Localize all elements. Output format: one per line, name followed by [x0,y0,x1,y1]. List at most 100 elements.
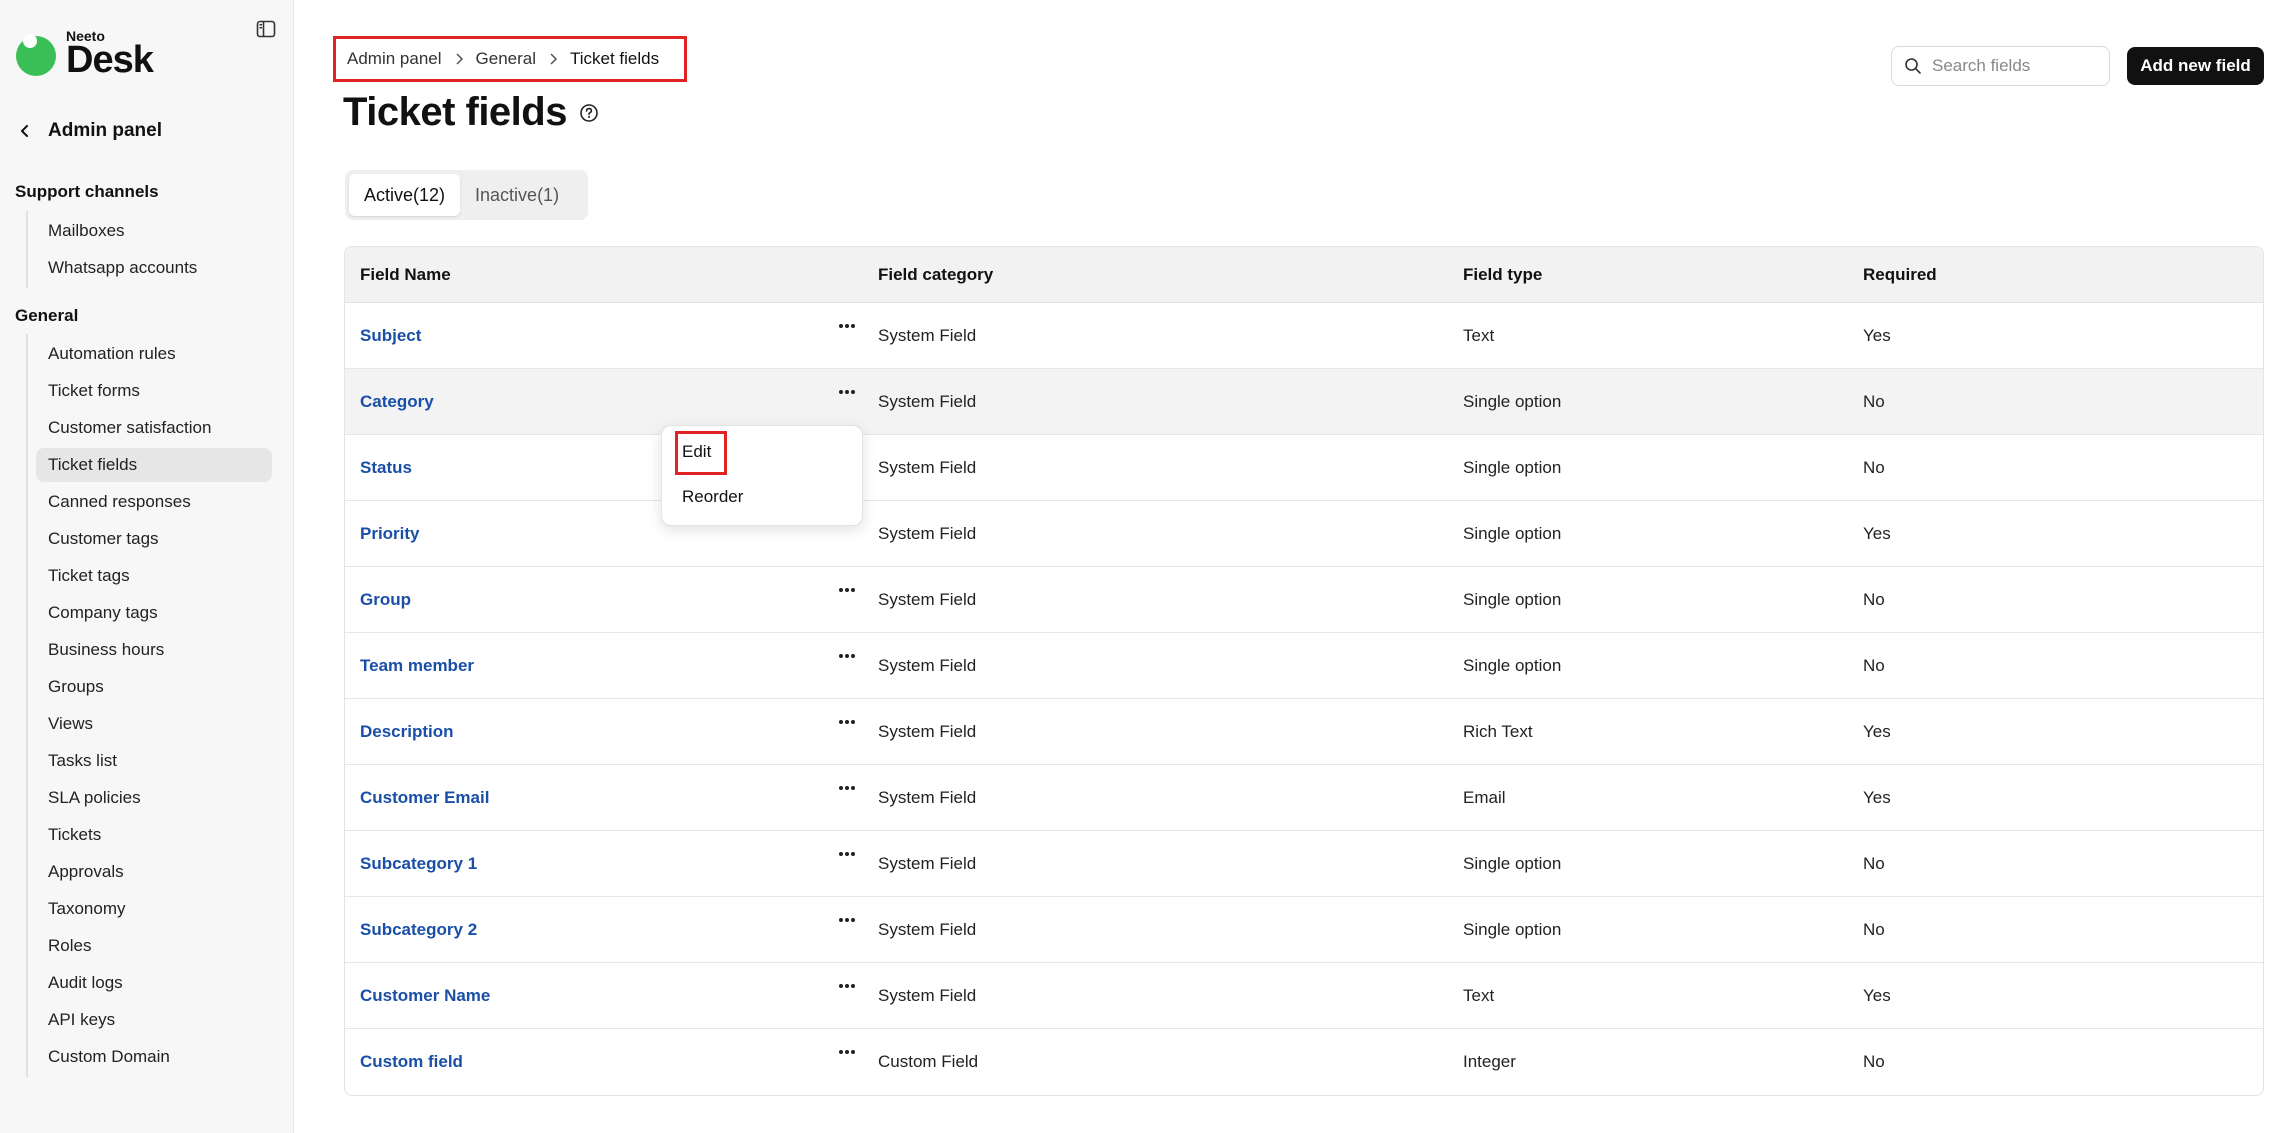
cell-field-category: System Field [878,919,977,939]
table-row[interactable]: Status System Field Single option No [345,435,2263,501]
status-tabs: Active(12) Inactive(1) [345,170,588,220]
cell-field-category: System Field [878,721,977,741]
cell-field-name: Priority [345,521,878,544]
table-row[interactable]: Subcategory 2 System Field Single option No [345,897,2263,963]
search-input[interactable] [1932,56,2102,76]
more-horizontal-icon[interactable] [835,778,859,798]
field-name-link[interactable]: Group [360,590,411,609]
search-box[interactable] [1891,46,2110,86]
section-title-general: General [15,306,79,325]
sidebar-item-ticket-tags[interactable]: Ticket tags [36,559,272,593]
field-name-link[interactable]: Team member [360,656,474,675]
field-name-link[interactable]: Description [360,722,454,741]
ticket-fields-table: Field Name Field category Field type Req… [344,246,2264,1096]
field-name-link[interactable]: Subcategory 1 [360,854,477,873]
nav-group-general: Automation rules Ticket forms Customer s… [26,334,272,1077]
sidebar-item-canned-responses[interactable]: Canned responses [36,485,272,519]
field-name-link[interactable]: Subject [360,326,421,345]
table-header: Field Name Field category Field type Req… [345,247,2263,303]
sidebar-item-roles[interactable]: Roles [36,929,272,963]
help-circle-icon[interactable] [579,103,599,123]
add-new-field-button[interactable]: Add new field [2127,47,2264,85]
field-name-link[interactable]: Subcategory 2 [360,920,477,939]
chevron-right-icon [455,53,463,65]
field-name-link[interactable]: Status [360,458,412,477]
sidebar-item-custom-domain[interactable]: Custom Domain [36,1040,272,1074]
field-name-link[interactable]: Custom field [360,1052,463,1071]
cell-field-category: System Field [878,457,977,477]
cell-field-name: Team member [345,653,878,676]
more-horizontal-icon[interactable] [835,646,859,666]
sidebar-item-ticket-forms[interactable]: Ticket forms [36,374,272,408]
sidebar-item-audit-logs[interactable]: Audit logs [36,966,272,1000]
table-row[interactable]: Subcategory 1 System Field Single option No [345,831,2263,897]
sidebar: Neeto Desk Admin panel Support channels … [0,0,294,1133]
cell-field-type: Text [1463,985,1495,1005]
cell-field-name: Custom field [345,1050,878,1072]
cell-required: Yes [1863,787,1891,807]
field-name-link[interactable]: Priority [360,524,420,543]
cell-field-type: Single option [1463,523,1562,543]
tab-active[interactable]: Active(12) [349,174,461,216]
cell-field-category: System Field [878,523,977,543]
neeto-desk-logo[interactable]: Neeto Desk [16,26,166,80]
field-name-link[interactable]: Category [360,392,434,411]
more-horizontal-icon[interactable] [835,316,859,336]
table-row[interactable]: Description System Field Rich Text Yes [345,699,2263,765]
column-header-field-category: Field category [878,264,994,284]
back-to-admin-panel[interactable]: Admin panel [16,116,162,146]
table-row[interactable]: Category System Field Single option No [345,369,2263,435]
sidebar-item-company-tags[interactable]: Company tags [36,596,272,630]
sidebar-item-whatsapp-accounts[interactable]: Whatsapp accounts [36,251,272,285]
sidebar-item-api-keys[interactable]: API keys [36,1003,272,1037]
table-row[interactable]: Subject System Field Text Yes [345,303,2263,369]
sidebar-item-tickets[interactable]: Tickets [36,818,272,852]
menu-item-edit[interactable]: Edit [682,442,711,462]
more-horizontal-icon[interactable] [835,712,859,732]
sidebar-item-ticket-fields[interactable]: Ticket fields [36,448,272,482]
sidebar-item-business-hours[interactable]: Business hours [36,633,272,667]
table-row[interactable]: Customer Name System Field Text Yes [345,963,2263,1029]
sidebar-collapse-icon[interactable] [255,18,277,40]
cell-required: Yes [1863,523,1891,543]
field-name-link[interactable]: Customer Email [360,788,489,807]
sidebar-item-views[interactable]: Views [36,707,272,741]
cell-field-category: System Field [878,325,977,345]
sidebar-item-taxonomy[interactable]: Taxonomy [36,892,272,926]
table-row[interactable]: Customer Email System Field Email Yes [345,765,2263,831]
cell-required: No [1863,391,1885,411]
more-horizontal-icon[interactable] [835,580,859,600]
sidebar-item-approvals[interactable]: Approvals [36,855,272,889]
sidebar-item-mailboxes[interactable]: Mailboxes [36,214,272,248]
more-horizontal-icon[interactable] [835,382,859,402]
more-horizontal-icon[interactable] [835,844,859,864]
breadcrumb-admin-panel[interactable]: Admin panel [347,49,442,69]
table-body: Subject System Field Text Yes Category System… [345,303,2263,1095]
table-row[interactable]: Team member System Field Single option No [345,633,2263,699]
row-actions-menu: Edit Reorder [661,425,863,526]
cell-field-type: Integer [1463,1052,1516,1071]
more-horizontal-icon[interactable] [835,1042,859,1062]
breadcrumb-general[interactable]: General [476,49,536,69]
more-horizontal-icon[interactable] [835,976,859,996]
more-horizontal-icon[interactable] [835,910,859,930]
breadcrumb-ticket-fields: Ticket fields [570,49,660,68]
sidebar-item-automation-rules[interactable]: Automation rules [36,337,272,371]
cell-field-category: Custom Field [878,1052,979,1071]
table-row[interactable]: Priority System Field Single option Yes [345,501,2263,567]
table-row[interactable]: Group System Field Single option No [345,567,2263,633]
sidebar-item-tasks-list[interactable]: Tasks list [36,744,272,778]
cell-field-type: Single option [1463,655,1562,675]
sidebar-item-groups[interactable]: Groups [36,670,272,704]
field-name-link[interactable]: Customer Name [360,986,490,1005]
tab-inactive[interactable]: Inactive(1) [460,174,574,216]
sidebar-item-customer-tags[interactable]: Customer tags [36,522,272,556]
cell-field-type: Email [1463,787,1506,807]
menu-item-reorder[interactable]: Reorder [682,487,743,507]
column-header-field-name: Field Name [360,264,451,284]
table-row[interactable]: Custom field Custom Field Integer No [345,1029,2263,1095]
cell-field-type: Text [1463,325,1495,345]
sidebar-item-sla-policies[interactable]: SLA policies [36,781,272,815]
sidebar-item-customer-satisfaction[interactable]: Customer satisfaction [36,411,272,445]
cell-field-name: Group [345,587,878,610]
